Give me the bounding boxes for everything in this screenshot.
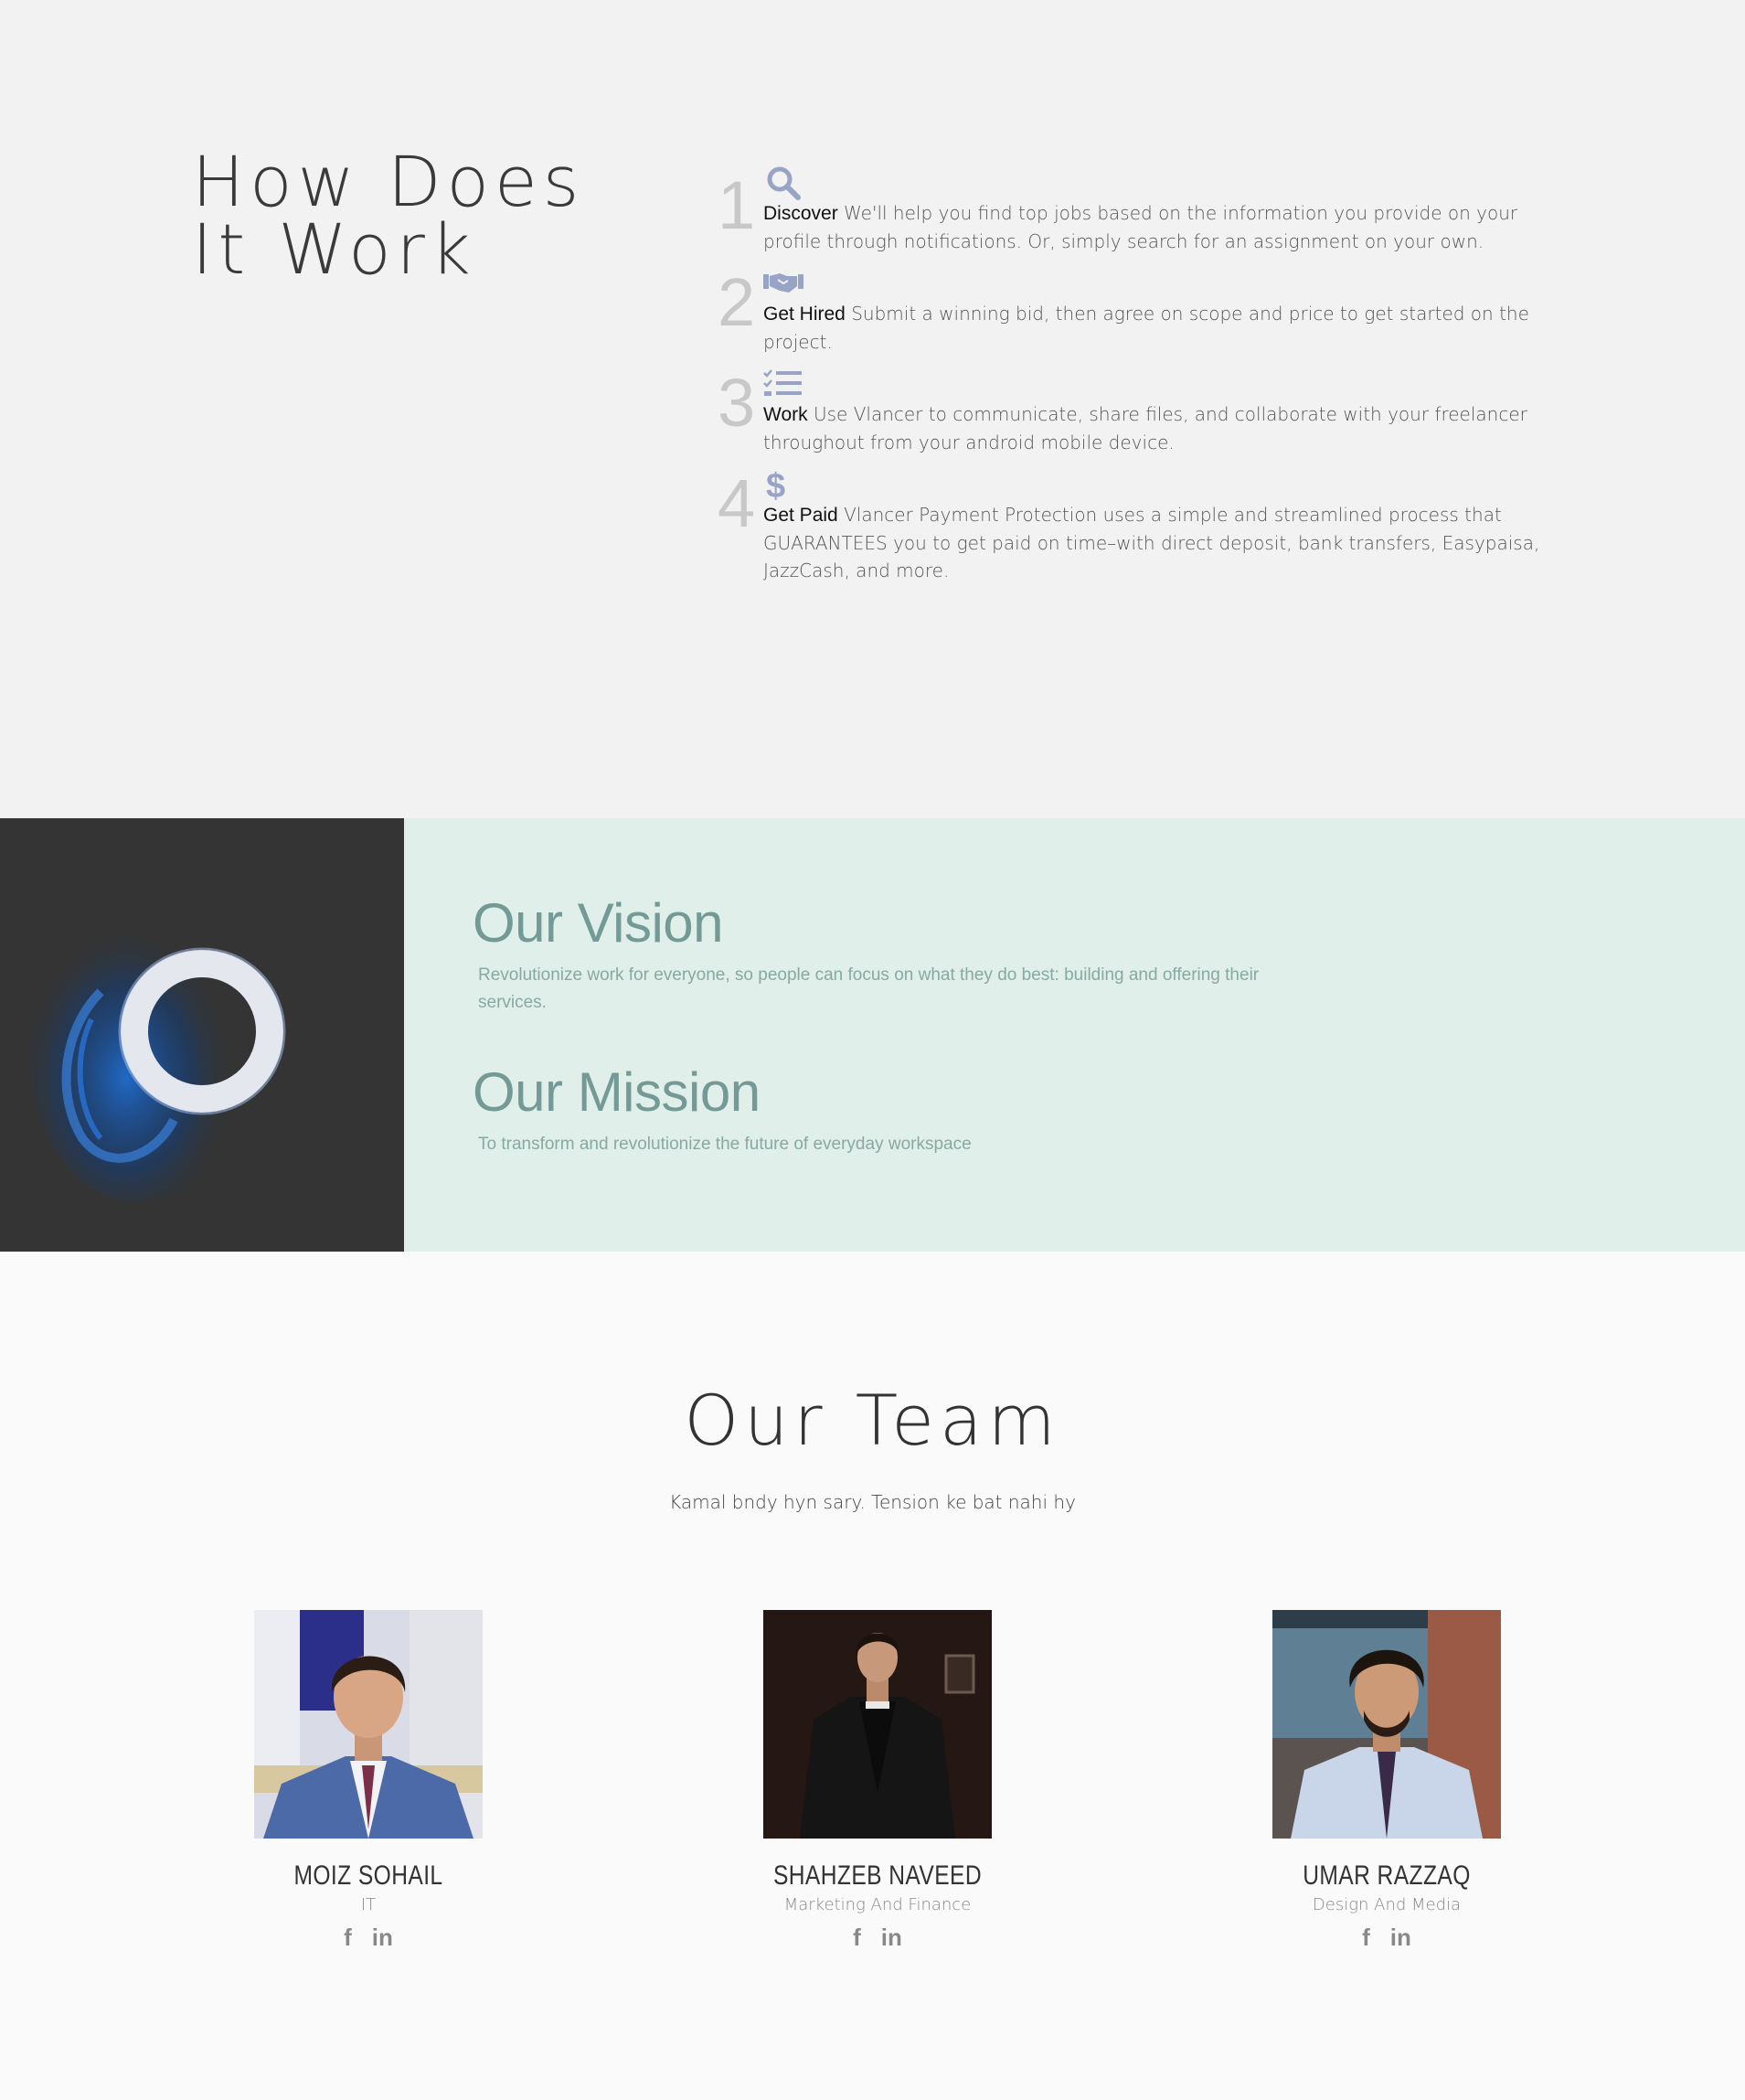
step-number: 1 bbox=[718, 167, 756, 243]
step-title: Get Paid bbox=[763, 505, 838, 526]
step-title: Discover bbox=[763, 203, 838, 224]
step-discover: 1 Discover We'll help you find top jobs … bbox=[718, 163, 1568, 263]
how-title-line1: How Does bbox=[192, 141, 585, 222]
how-title-line2: It Work bbox=[192, 208, 476, 290]
vision-text: Revolutionize work for everyone, so peop… bbox=[478, 965, 1260, 1012]
step-number: 2 bbox=[718, 264, 756, 340]
mission-text: To transform and revolutionize the futur… bbox=[478, 1135, 972, 1154]
linkedin-icon[interactable]: in bbox=[881, 1925, 902, 1949]
step-body: We'll help you find top jobs based on th… bbox=[763, 202, 1518, 252]
linkedin-icon[interactable]: in bbox=[372, 1925, 393, 1949]
step-get-paid: 4 $ Get Paid Vlancer Payment Protection … bbox=[718, 464, 1568, 592]
step-title: Work bbox=[763, 404, 808, 425]
facebook-icon[interactable]: f bbox=[1362, 1925, 1370, 1949]
member-role: Marketing And Finance bbox=[783, 1895, 972, 1914]
member-photo bbox=[1272, 1610, 1501, 1839]
step-number: 4 bbox=[718, 465, 756, 541]
step-work: 3 Work Use Vlancer to communicate, share… bbox=[718, 364, 1568, 464]
team-member-card: MOIZ SOHAIL IT f in bbox=[186, 1610, 551, 1949]
team-subtitle: Kamal bndy hyn sary. Tension ke bat nahi… bbox=[669, 1491, 1076, 1513]
step-body: Vlancer Payment Protection uses a simple… bbox=[763, 504, 1540, 581]
step-description: Work Use Vlancer to communicate, share f… bbox=[763, 400, 1568, 456]
team-member-card: SHAHZEB NAVEED Marketing And Finance f i… bbox=[695, 1610, 1060, 1949]
step-description: Get Paid Vlancer Payment Protection uses… bbox=[763, 501, 1568, 584]
member-photo bbox=[254, 1610, 483, 1839]
how-it-works-section: How Does It Work 1 Discover We'll help y… bbox=[0, 0, 1745, 818]
tasks-icon bbox=[763, 369, 803, 399]
team-member-card: UMAR RAZZAQ Design And Media f in bbox=[1204, 1610, 1569, 1949]
member-role: IT bbox=[360, 1895, 377, 1914]
member-role: Design And Media bbox=[1312, 1895, 1462, 1914]
search-icon bbox=[763, 165, 803, 201]
facebook-icon[interactable]: f bbox=[344, 1925, 352, 1949]
vision-mission-section: Our Vision Revolutionize work for everyo… bbox=[0, 818, 1745, 1252]
how-it-works-title: How Does It Work bbox=[192, 141, 585, 290]
facebook-icon[interactable]: f bbox=[853, 1925, 861, 1949]
step-number: 3 bbox=[718, 365, 756, 441]
glowing-ring-image bbox=[0, 818, 404, 1252]
step-body: Submit a winning bid, then agree on scop… bbox=[763, 303, 1529, 353]
linkedin-icon[interactable]: in bbox=[1390, 1925, 1411, 1949]
member-socials: f in bbox=[1204, 1925, 1569, 1949]
member-socials: f in bbox=[186, 1925, 551, 1949]
team-section: Our Team Kamal bndy hyn sary. Tension ke… bbox=[0, 1252, 1745, 2100]
team-title: Our Team bbox=[684, 1380, 1061, 1461]
member-photo bbox=[763, 1610, 992, 1839]
member-name: UMAR RAZZAQ bbox=[1303, 1860, 1471, 1891]
handshake-icon bbox=[763, 271, 803, 294]
mission-title: Our Mission bbox=[473, 1061, 761, 1123]
member-socials: f in bbox=[695, 1925, 1060, 1949]
step-get-hired: 2 Get Hired Submit a winning bid, then a… bbox=[718, 263, 1568, 364]
svg-text:$: $ bbox=[766, 467, 785, 503]
step-title: Get Hired bbox=[763, 304, 846, 325]
member-name: MOIZ SOHAIL bbox=[293, 1860, 443, 1891]
vision-mission-content: Our Vision Revolutionize work for everyo… bbox=[473, 891, 1295, 1158]
step-description: Get Hired Submit a winning bid, then agr… bbox=[763, 300, 1568, 356]
vision-title: Our Vision bbox=[473, 892, 724, 954]
step-description: Discover We'll help you find top jobs ba… bbox=[763, 199, 1568, 255]
step-body: Use Vlancer to communicate, share files,… bbox=[763, 403, 1527, 453]
member-name: SHAHZEB NAVEED bbox=[772, 1860, 983, 1891]
dollar-icon: $ bbox=[763, 466, 785, 503]
